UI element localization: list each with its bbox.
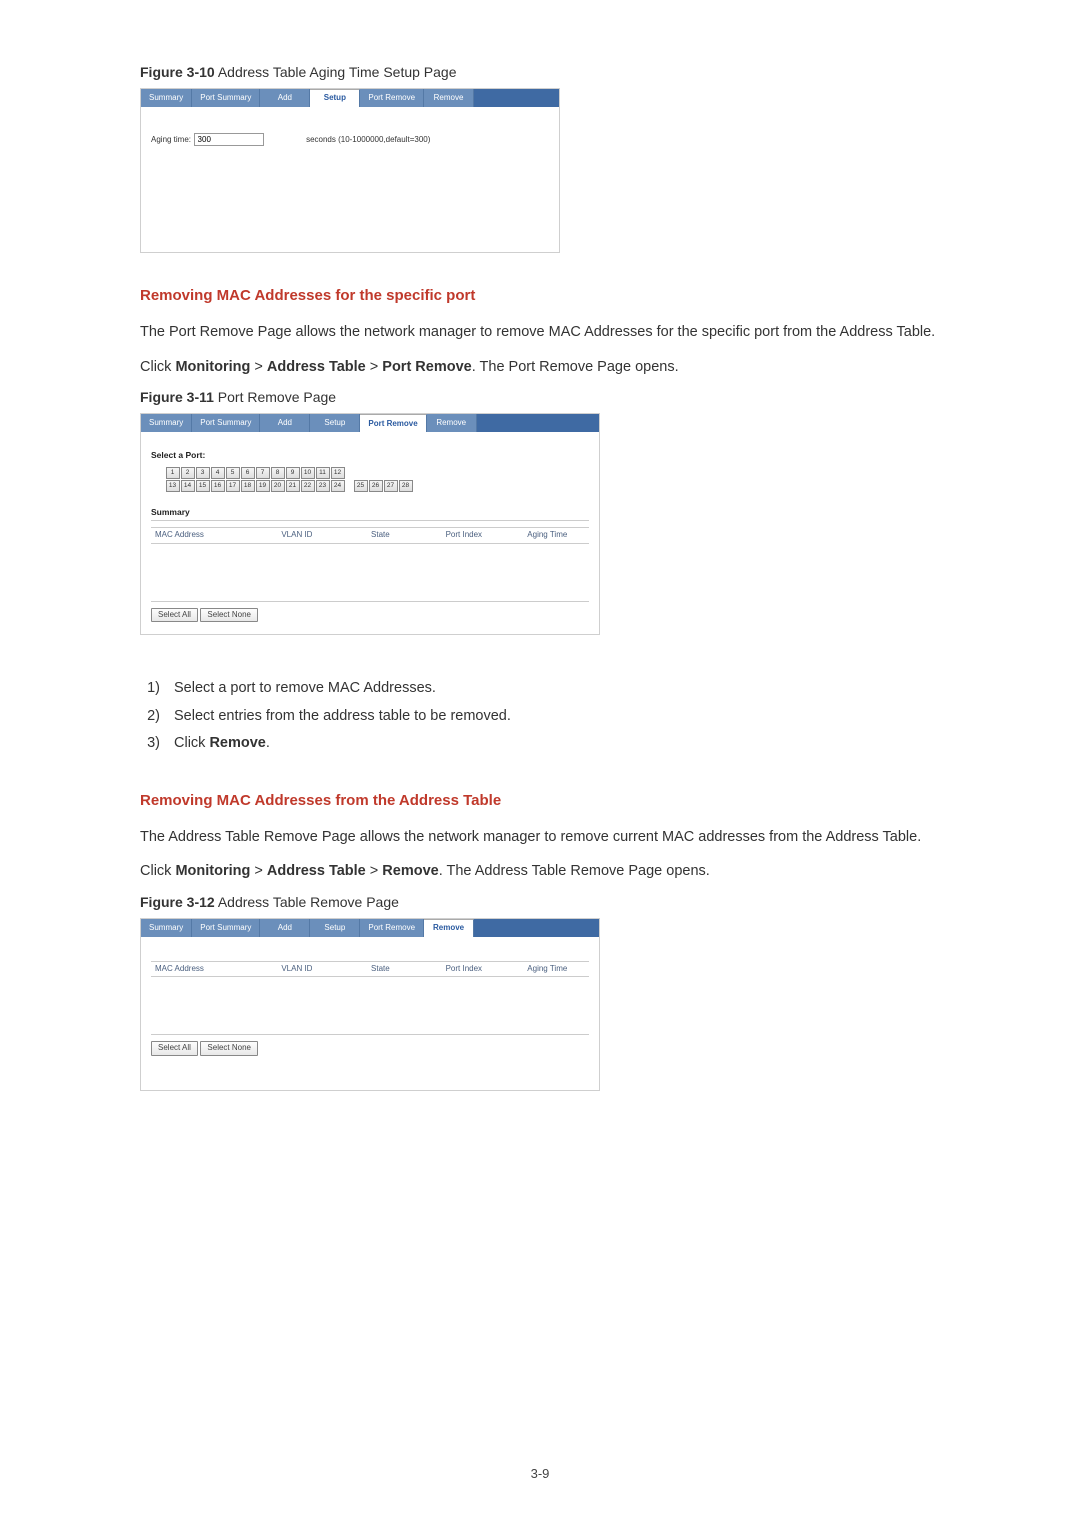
port-button[interactable]: 6: [241, 467, 255, 479]
tab-port-remove[interactable]: Port Remove: [360, 414, 426, 432]
col-state: State: [339, 530, 422, 540]
port-button[interactable]: 27: [384, 480, 398, 492]
port-button[interactable]: 12: [331, 467, 345, 479]
summary-table-header: MAC Address VLAN ID State Port Index Agi…: [151, 527, 589, 543]
port-button[interactable]: 15: [196, 480, 210, 492]
select-none-button[interactable]: Select None: [200, 608, 258, 622]
page-number: 3-9: [0, 1466, 1080, 1481]
col-vlan-id: VLAN ID: [255, 964, 338, 974]
select-all-button[interactable]: Select All: [151, 1041, 198, 1055]
tab-add[interactable]: Add: [260, 414, 310, 432]
figure-3-10-caption: Figure 3-10 Address Table Aging Time Set…: [140, 64, 940, 80]
col-aging-time: Aging Time: [506, 530, 589, 540]
screenshot-aging-time-setup: Summary Port Summary Add Setup Port Remo…: [140, 88, 560, 253]
para-remove-table-desc: The Address Table Remove Page allows the…: [140, 825, 940, 850]
section-title-remove-table: Removing MAC Addresses from the Address …: [140, 792, 940, 809]
port-button[interactable]: 25: [354, 480, 368, 492]
para-port-remove-nav: Click Monitoring > Address Table > Port …: [140, 355, 940, 380]
port-button[interactable]: 17: [226, 480, 240, 492]
col-mac-address: MAC Address: [151, 530, 255, 540]
tab-port-summary[interactable]: Port Summary: [192, 414, 260, 432]
tab-port-summary[interactable]: Port Summary: [192, 89, 260, 107]
steps-list: 1) Select a port to remove MAC Addresses…: [140, 675, 940, 758]
para-remove-table-nav: Click Monitoring > Address Table > Remov…: [140, 859, 940, 884]
tab-remove[interactable]: Remove: [427, 414, 477, 432]
port-button[interactable]: 19: [256, 480, 270, 492]
screenshot-address-table-remove: Summary Port Summary Add Setup Port Remo…: [140, 918, 600, 1091]
port-button[interactable]: 20: [271, 480, 285, 492]
port-button[interactable]: 1: [166, 467, 180, 479]
list-item: 3) Click Remove.: [140, 730, 940, 758]
tab-setup[interactable]: Setup: [310, 89, 360, 107]
section-title-port-remove: Removing MAC Addresses for the specific …: [140, 287, 940, 304]
select-all-button[interactable]: Select All: [151, 608, 198, 622]
port-button[interactable]: 23: [316, 480, 330, 492]
tab-port-remove[interactable]: Port Remove: [360, 89, 424, 107]
tab-bar: Summary Port Summary Add Setup Port Remo…: [141, 89, 559, 107]
figure-3-12-label: Figure 3-12: [140, 894, 215, 910]
col-vlan-id: VLAN ID: [255, 530, 338, 540]
tab-summary[interactable]: Summary: [141, 414, 192, 432]
tab-spacer: [474, 89, 559, 107]
figure-3-11-label: Figure 3-11: [140, 389, 214, 405]
aging-time-hint: seconds (10-1000000,default=300): [306, 135, 430, 144]
para-port-remove-desc: The Port Remove Page allows the network …: [140, 320, 940, 345]
port-button[interactable]: 5: [226, 467, 240, 479]
tab-setup[interactable]: Setup: [310, 919, 360, 937]
port-button[interactable]: 18: [241, 480, 255, 492]
figure-3-10-label: Figure 3-10: [140, 64, 215, 80]
port-button[interactable]: 21: [286, 480, 300, 492]
select-port-label: Select a Port:: [151, 450, 589, 461]
port-button[interactable]: 26: [369, 480, 383, 492]
tab-summary[interactable]: Summary: [141, 919, 192, 937]
col-mac-address: MAC Address: [151, 964, 255, 974]
tab-summary[interactable]: Summary: [141, 89, 192, 107]
port-button[interactable]: 9: [286, 467, 300, 479]
summary-label: Summary: [151, 507, 589, 518]
port-button[interactable]: 3: [196, 467, 210, 479]
col-aging-time: Aging Time: [506, 964, 589, 974]
tab-setup[interactable]: Setup: [310, 414, 360, 432]
port-button[interactable]: 8: [271, 467, 285, 479]
tab-port-remove[interactable]: Port Remove: [360, 919, 424, 937]
select-none-button[interactable]: Select None: [200, 1041, 258, 1055]
screenshot-port-remove: Summary Port Summary Add Setup Port Remo…: [140, 413, 600, 635]
port-button[interactable]: 16: [211, 480, 225, 492]
port-button[interactable]: 13: [166, 480, 180, 492]
aging-time-label: Aging time:: [151, 135, 191, 144]
divider: [151, 520, 589, 521]
port-button[interactable]: 2: [181, 467, 195, 479]
tab-spacer: [477, 414, 599, 432]
tab-port-summary[interactable]: Port Summary: [192, 919, 260, 937]
col-port-index: Port Index: [422, 530, 505, 540]
col-state: State: [339, 964, 422, 974]
list-item: 2) Select entries from the address table…: [140, 703, 940, 731]
figure-3-11-caption: Figure 3-11 Port Remove Page: [140, 389, 940, 405]
remove-table-body: [151, 977, 589, 1035]
remove-table-header: MAC Address VLAN ID State Port Index Agi…: [151, 961, 589, 977]
tab-add[interactable]: Add: [260, 89, 310, 107]
figure-3-12-caption: Figure 3-12 Address Table Remove Page: [140, 894, 940, 910]
port-button[interactable]: 11: [316, 467, 330, 479]
port-button[interactable]: 7: [256, 467, 270, 479]
port-button[interactable]: 28: [399, 480, 413, 492]
col-port-index: Port Index: [422, 964, 505, 974]
port-button[interactable]: 24: [331, 480, 345, 492]
tab-spacer: [474, 919, 599, 937]
list-item: 1) Select a port to remove MAC Addresses…: [140, 675, 940, 703]
tab-bar: Summary Port Summary Add Setup Port Remo…: [141, 919, 599, 937]
port-selector-grid: 1 2 3 4 5 6 7 8 9 10 11 12 13 14 15: [165, 467, 413, 493]
aging-time-input[interactable]: [194, 133, 264, 146]
port-button[interactable]: 10: [301, 467, 315, 479]
summary-table-body: [151, 544, 589, 602]
tab-remove[interactable]: Remove: [424, 919, 474, 937]
tab-remove[interactable]: Remove: [424, 89, 474, 107]
port-button[interactable]: 22: [301, 480, 315, 492]
port-button[interactable]: 14: [181, 480, 195, 492]
tab-bar: Summary Port Summary Add Setup Port Remo…: [141, 414, 599, 432]
tab-add[interactable]: Add: [260, 919, 310, 937]
port-button[interactable]: 4: [211, 467, 225, 479]
